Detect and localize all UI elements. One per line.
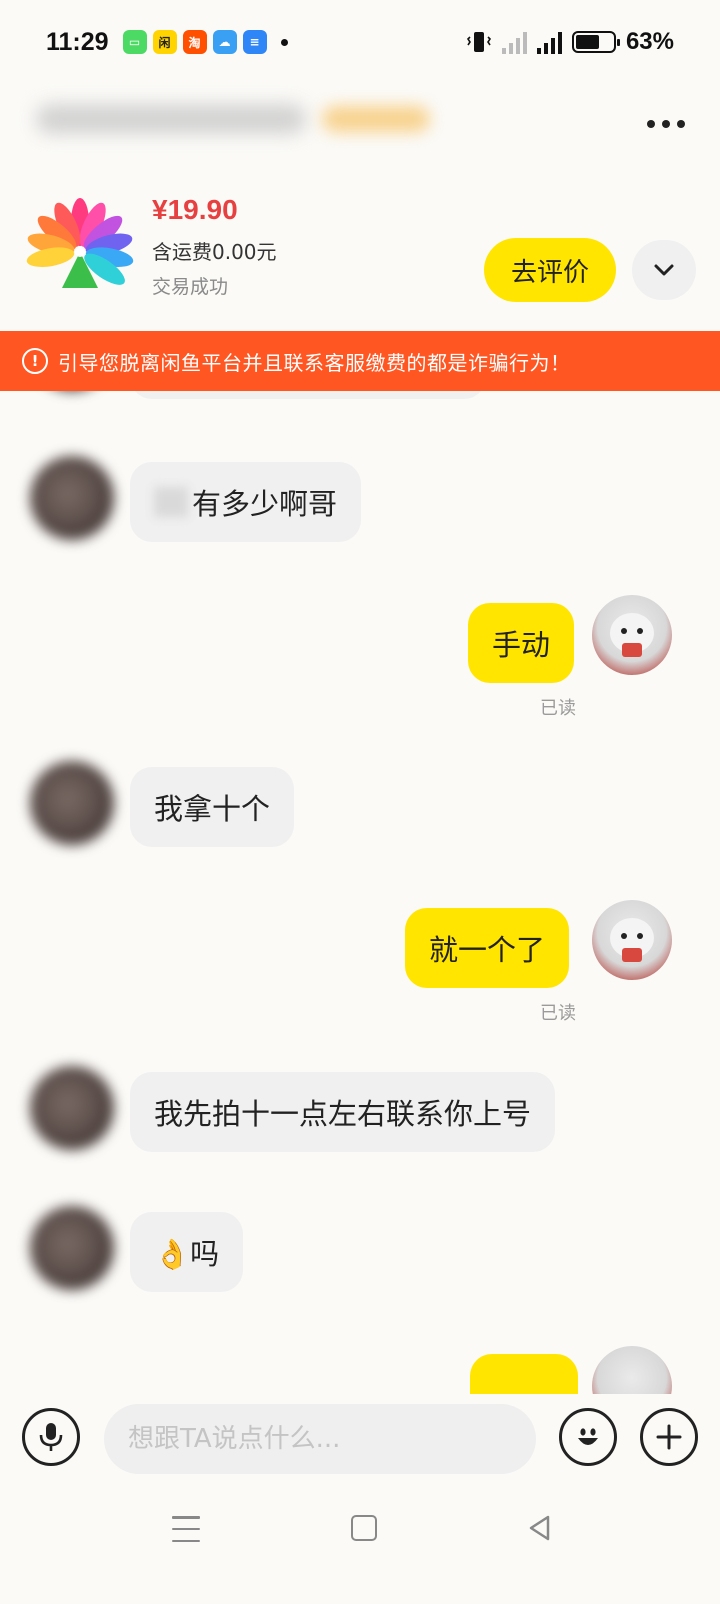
more-actions-button[interactable]	[640, 1408, 698, 1466]
blurred-text	[154, 487, 188, 517]
review-button[interactable]: 去评价	[484, 238, 616, 302]
signal-strength-icon-sim1	[501, 30, 527, 54]
microphone-icon	[39, 1423, 63, 1451]
bunny-avatar-icon	[610, 613, 654, 657]
expand-button[interactable]	[632, 240, 696, 300]
back-button[interactable]	[526, 1514, 554, 1542]
product-price: ¥19.90	[152, 194, 238, 225]
contact-avatar[interactable]	[30, 1206, 114, 1290]
message-list[interactable]: 有多少啊哥 手动 已读 我拿十个 就一个了 已读 我先拍十一点左右联系你上号 👌…	[0, 391, 720, 1394]
message-bubble-self[interactable]: 就一个了	[405, 908, 570, 988]
recent-apps-button[interactable]	[172, 1516, 200, 1542]
read-status: 已读	[540, 698, 576, 719]
dot-icon	[647, 120, 655, 128]
emoji-button[interactable]	[559, 1408, 617, 1466]
notification-icons: ▭ 闲 淘 ☁ ≡	[122, 30, 288, 54]
signal-strength-icon-5g	[536, 30, 562, 54]
fraud-warning-banner: ! 引导您脱离闲鱼平台并且联系客服缴费的都是诈骗行为！	[0, 331, 720, 391]
messages-app-icon: ▭	[122, 30, 147, 54]
message-bubble-self-partial	[470, 1354, 578, 1394]
home-button[interactable]	[351, 1515, 377, 1541]
my-avatar[interactable]	[592, 1346, 672, 1394]
xianyu-app-icon: 闲	[152, 30, 177, 54]
chat-header	[0, 84, 720, 164]
wallet-app-icon: ≡	[242, 30, 267, 54]
weather-app-icon: ☁	[212, 30, 237, 54]
status-bar: 11:29 ▭ 闲 淘 ☁ ≡ 63%	[0, 0, 720, 84]
more-options-button[interactable]	[642, 106, 690, 142]
message-text: 我拿十个	[154, 792, 271, 826]
warning-text: 引导您脱离闲鱼平台并且联系客服缴费的都是诈骗行为！	[58, 350, 571, 375]
contact-avatar[interactable]	[30, 456, 114, 540]
bunny-avatar-icon	[610, 918, 654, 962]
contact-avatar[interactable]	[30, 1066, 114, 1150]
message-text: 👌吗	[154, 1237, 220, 1271]
product-image-icon[interactable]	[26, 198, 134, 306]
plus-icon	[656, 1424, 682, 1450]
deal-status: 交易成功	[152, 276, 229, 298]
message-input[interactable]	[104, 1404, 536, 1474]
shipping-fee: 含运费0.00元	[152, 240, 277, 264]
message-input-bar	[0, 1394, 720, 1486]
system-navigation-bar	[0, 1486, 720, 1604]
clock: 11:29	[46, 27, 109, 56]
menu-line	[172, 1516, 200, 1519]
message-bubble-other[interactable]: 我先拍十一点左右联系你上号	[130, 1072, 556, 1152]
read-status: 已读	[540, 1003, 576, 1024]
menu-line	[172, 1527, 200, 1531]
message-bubble-other[interactable]: 👌吗	[130, 1212, 244, 1292]
message-bubble-partial	[130, 391, 486, 399]
menu-line	[172, 1539, 200, 1542]
taobao-app-icon: 淘	[182, 30, 207, 54]
vibrate-icon	[466, 32, 491, 52]
voice-input-button[interactable]	[22, 1408, 80, 1466]
message-bubble-other[interactable]: 我拿十个	[130, 767, 295, 847]
message-text: 手动	[492, 628, 551, 662]
contact-name-blurred	[36, 104, 306, 134]
chevron-down-icon	[654, 264, 674, 276]
message-text: 就一个了	[429, 933, 546, 967]
product-card: ¥19.90 含运费0.00元 交易成功 去评价	[0, 180, 720, 322]
contact-avatar[interactable]	[30, 761, 114, 845]
battery-icon	[571, 31, 620, 53]
my-avatar[interactable]	[592, 595, 672, 675]
smiley-icon	[578, 1428, 598, 1445]
contact-tag-blurred	[322, 106, 430, 132]
message-text: 有多少啊哥	[192, 487, 338, 521]
more-notifications-dot	[280, 38, 288, 46]
battery-percent: 63%	[625, 28, 674, 55]
dot-icon	[677, 120, 685, 128]
dot-icon	[662, 120, 670, 128]
message-text: 我先拍十一点左右联系你上号	[154, 1097, 532, 1131]
my-avatar[interactable]	[592, 900, 672, 980]
exclamation-icon: !	[22, 348, 48, 374]
message-bubble-other[interactable]: 有多少啊哥	[130, 462, 362, 542]
message-bubble-self[interactable]: 手动	[468, 603, 575, 683]
